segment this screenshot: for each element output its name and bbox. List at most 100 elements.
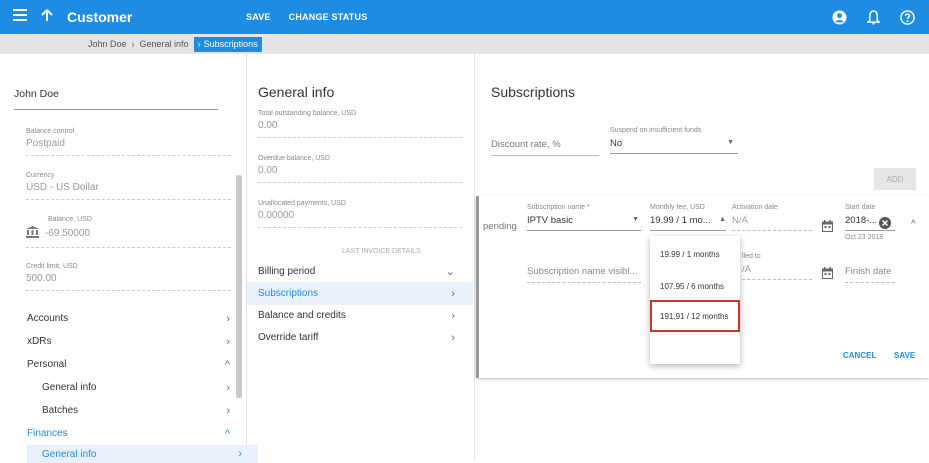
section-label: Billing period <box>258 266 316 277</box>
sidebar-item-accounts[interactable]: Accounts › <box>27 307 230 330</box>
subscription-name-label: Subscription name * <box>527 204 590 211</box>
breadcrumb-bar: John Doe › General info › Subscriptions <box>0 34 929 54</box>
suspend-select[interactable]: Suspend on insufficient funds No ▼ <box>610 127 738 154</box>
column-divider <box>474 54 475 460</box>
sidebar-item-finances[interactable]: Finances ^ <box>27 422 230 445</box>
breadcrumb: John Doe › General info › Subscriptions <box>88 34 262 54</box>
field-label: Unallocated payments, USD <box>258 200 346 207</box>
calendar-icon[interactable] <box>822 219 833 237</box>
start-date-hint: Oct 23 2018 <box>845 234 884 241</box>
subscription-visible-name-input[interactable]: Subscription name visibl... <box>527 266 641 283</box>
activation-date-field[interactable]: Activation date N/A <box>732 204 812 231</box>
section-override-tariff[interactable]: Override tariff › <box>247 326 473 349</box>
sidebar-item-label: Accounts <box>27 313 69 324</box>
add-button[interactable]: ADD <box>874 168 916 190</box>
top-bar-right <box>831 0 915 34</box>
chevron-right-icon: › <box>197 39 201 49</box>
user-account-icon[interactable] <box>831 9 847 25</box>
sidebar-item-personal-general-info[interactable]: General info › <box>27 376 230 399</box>
dropdown-arrow-icon: ▼ <box>727 139 734 146</box>
monthly-fee-label: Monthly fee, USD <box>650 204 705 211</box>
section-billing-period[interactable]: Billing period ⌄ <box>247 260 473 283</box>
chevron-right-icon: › <box>226 335 230 348</box>
sidebar-item-label: Personal <box>27 359 67 370</box>
billed-to-value: /A <box>742 264 812 280</box>
field-label: Currency <box>26 172 55 179</box>
section-balance-and-credits[interactable]: Balance and credits › <box>247 304 473 327</box>
subscriptions-title: Subscriptions <box>491 84 576 100</box>
monthly-fee-select[interactable]: Monthly fee, USD 19.99 / 1 mo... ▲ <box>650 204 726 231</box>
back-arrow-icon[interactable] <box>41 8 53 26</box>
overdue-balance-field: Overdue balance, USD 0.00 <box>258 155 462 183</box>
chevron-right-icon: › <box>131 39 135 49</box>
subscription-name-select[interactable]: Subscription name * IPTV basic ▼ <box>527 204 641 231</box>
sidebar-scrollbar[interactable] <box>236 175 242 398</box>
clear-icon[interactable] <box>879 216 891 234</box>
chevron-right-icon: › <box>451 331 455 344</box>
billed-to-label: lled to <box>742 253 761 260</box>
field-label: Credit limit, USD <box>26 263 78 270</box>
billed-to-field[interactable]: lled to /A <box>742 253 812 280</box>
chevron-right-icon: › <box>451 309 455 322</box>
balance-field: Balance, USD -69.50000 <box>26 216 231 248</box>
start-date-label: Start date <box>845 204 876 211</box>
field-value: USD - US Dollar <box>26 182 231 200</box>
section-subscriptions[interactable]: Subscriptions › <box>247 282 473 305</box>
sidebar-item-finances-general-info[interactable]: General info › <box>27 445 258 463</box>
chevron-right-icon: › <box>226 404 230 417</box>
hamburger-menu-icon[interactable] <box>11 8 29 26</box>
change-status-button[interactable]: CHANGE STATUS <box>289 12 368 22</box>
general-info-title: General info <box>258 84 335 100</box>
breadcrumb-item-customer[interactable]: John Doe <box>88 39 127 49</box>
fee-option[interactable]: 107.95 / 6 months <box>650 270 740 302</box>
monthly-fee-dropdown: 19.99 / 1 months 107.95 / 6 months 191.9… <box>650 236 740 364</box>
breadcrumb-item-general-info[interactable]: General info <box>140 39 189 49</box>
top-bar-left: Customer <box>0 0 223 34</box>
column-divider <box>246 54 247 460</box>
sidebar-item-xdrs[interactable]: xDRs › <box>27 330 230 353</box>
credit-limit-field[interactable]: Credit limit, USD 500.00 <box>26 263 231 291</box>
field-value: Postpaid <box>26 138 231 156</box>
fee-option[interactable]: 19.99 / 1 months <box>650 238 740 270</box>
chevron-up-icon: ^ <box>224 427 230 440</box>
bell-icon[interactable] <box>865 9 881 25</box>
currency-field[interactable]: Currency USD - US Dollar <box>26 172 231 200</box>
sidebar-item-label: Batches <box>42 405 79 416</box>
unallocated-payments-field: Unallocated payments, USD 0.00000 <box>258 200 462 228</box>
chevron-right-icon: › <box>226 312 230 325</box>
section-label: Override tariff <box>258 332 319 343</box>
activation-date-value: N/A <box>732 215 812 231</box>
section-label: Balance and credits <box>258 310 346 321</box>
finish-date-input[interactable]: Finish date <box>845 266 895 283</box>
customer-name-field[interactable]: John Doe <box>14 88 218 110</box>
subscription-name-value: IPTV basic <box>527 215 573 226</box>
status-badge: pending <box>483 221 517 232</box>
bank-icon <box>26 226 39 241</box>
field-label: Total outstanding balance, USD <box>258 110 357 117</box>
calendar-icon[interactable] <box>822 266 833 284</box>
activation-date-label: Activation date <box>732 204 778 211</box>
cancel-button[interactable]: CANCEL <box>843 351 876 360</box>
breadcrumb-item-subscriptions: › Subscriptions <box>193 36 262 52</box>
monthly-fee-value: 19.99 / 1 mo... <box>650 215 711 226</box>
sidebar-item-label: xDRs <box>27 336 52 347</box>
fee-option-selected[interactable]: 191.91 / 12 months <box>650 300 740 332</box>
balance-value-row: -69.50000 <box>26 226 231 248</box>
last-invoice-details-link[interactable]: LAST INVOICE DETAILS <box>342 248 421 255</box>
chevron-up-icon[interactable]: ^ <box>911 219 916 230</box>
sidebar-item-label: General info <box>42 382 97 393</box>
sidebar-item-label: General info <box>42 448 97 460</box>
save-subscription-button[interactable]: SAVE <box>894 351 915 360</box>
help-icon[interactable] <box>899 9 915 25</box>
total-outstanding-field: Total outstanding balance, USD 0.00 <box>258 110 462 138</box>
balance-control-field[interactable]: Balance control Postpaid <box>26 128 231 156</box>
sidebar-item-personal[interactable]: Personal ^ <box>27 353 230 376</box>
chevron-down-icon: ⌄ <box>445 266 455 278</box>
field-value: 0.00 <box>258 165 462 183</box>
discount-rate-input[interactable]: Discount rate, % <box>491 139 599 156</box>
suspend-label: Suspend on insufficient funds <box>610 127 702 134</box>
field-value: 0.00 <box>258 120 462 138</box>
save-button[interactable]: SAVE <box>246 12 271 22</box>
sidebar-item-batches[interactable]: Batches › <box>27 399 230 422</box>
dropdown-arrow-icon: ▼ <box>632 216 639 223</box>
